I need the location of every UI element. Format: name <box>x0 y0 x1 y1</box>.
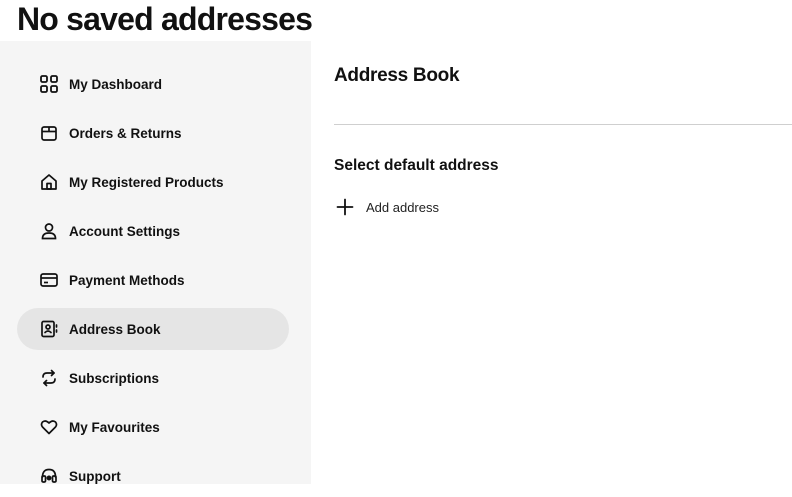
sidebar: My Dashboard Orders & Returns My Registe… <box>0 41 311 484</box>
sidebar-item-label: Address Book <box>69 321 161 337</box>
sidebar-item-label: Payment Methods <box>69 272 185 288</box>
sidebar-item-my-dashboard[interactable]: My Dashboard <box>17 63 289 105</box>
add-address-button[interactable]: Add address <box>334 196 439 218</box>
page-title: No saved addresses <box>17 1 313 37</box>
sidebar-item-label: My Dashboard <box>69 76 163 92</box>
section-heading: Address Book <box>334 65 460 86</box>
sidebar-item-my-registered-products[interactable]: My Registered Products <box>17 161 289 203</box>
dashboard-icon <box>39 74 59 94</box>
heart-icon <box>39 417 59 437</box>
divider <box>334 124 792 125</box>
default-address-title: Select default address <box>334 157 499 174</box>
sidebar-item-label: My Registered Products <box>69 174 224 190</box>
sidebar-item-orders-returns[interactable]: Orders & Returns <box>17 112 289 154</box>
box-icon <box>39 123 59 143</box>
sidebar-item-support[interactable]: Support <box>17 455 289 497</box>
user-icon <box>39 221 59 241</box>
sidebar-item-my-favourites[interactable]: My Favourites <box>17 406 289 448</box>
plus-icon <box>334 196 356 218</box>
headset-icon <box>39 466 59 486</box>
sidebar-item-address-book[interactable]: Address Book <box>17 308 289 350</box>
refresh-icon <box>39 368 59 388</box>
sidebar-item-label: Orders & Returns <box>69 125 182 141</box>
address-book-icon <box>39 319 59 339</box>
sidebar-item-account-settings[interactable]: Account Settings <box>17 210 289 252</box>
sidebar-item-label: Support <box>69 468 121 484</box>
sidebar-item-label: Account Settings <box>69 223 181 239</box>
credit-card-icon <box>39 270 59 290</box>
home-icon <box>39 172 59 192</box>
sidebar-item-subscriptions[interactable]: Subscriptions <box>17 357 289 399</box>
sidebar-item-payment-methods[interactable]: Payment Methods <box>17 259 289 301</box>
sidebar-item-label: My Favourites <box>69 419 160 435</box>
add-address-label: Add address <box>366 199 439 215</box>
sidebar-item-label: Subscriptions <box>69 370 160 386</box>
